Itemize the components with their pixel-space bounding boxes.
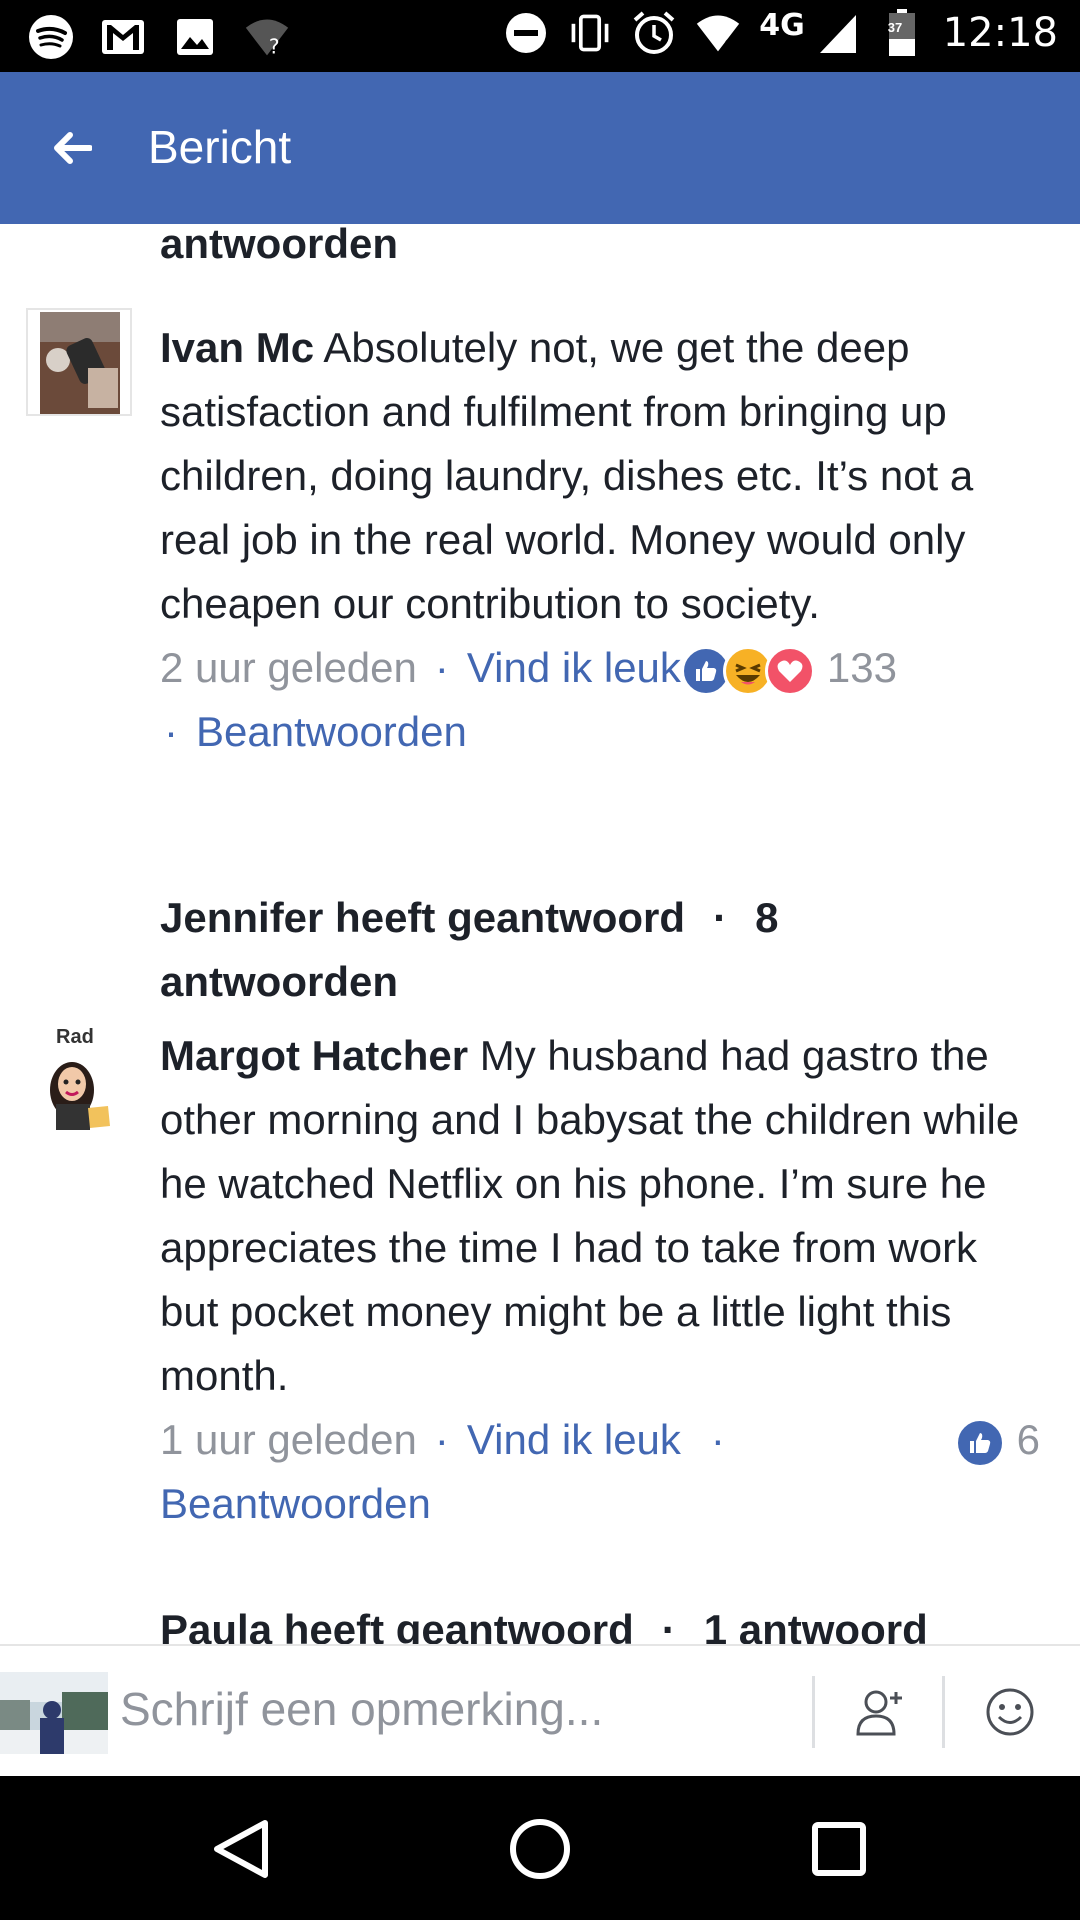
reply-button[interactable]: Beantwoorden <box>160 1480 431 1527</box>
nav-home-button[interactable] <box>503 1812 577 1886</box>
arrow-left-icon <box>54 132 92 164</box>
comment-text: My husband had gastro the other morning … <box>160 1032 1020 1399</box>
user-avatar <box>0 1672 108 1754</box>
comment-actions: 1 uur geleden · Vind ik leuk · 6 <box>160 1408 1040 1472</box>
reply-thread-who: Jennifer heeft geantwoord <box>160 894 686 941</box>
reply-button[interactable]: Beantwoorden <box>196 708 467 755</box>
separator-dot: · <box>434 1416 449 1463</box>
nav-recents-button[interactable] <box>802 1812 876 1886</box>
nav-back-button[interactable] <box>204 1812 278 1886</box>
separator-dot: · <box>164 708 178 755</box>
like-reaction-icon <box>954 1417 1005 1468</box>
smiley-icon <box>986 1688 1034 1736</box>
alarm-icon <box>631 10 677 56</box>
wifi-icon <box>695 10 741 56</box>
like-button[interactable]: Vind ik leuk <box>467 1416 681 1463</box>
clock: 12:18 <box>942 10 1058 56</box>
separator-dot: · <box>713 894 728 941</box>
reactions-summary[interactable] <box>680 645 815 696</box>
network-type: 4G <box>759 8 805 43</box>
system-nav-bar <box>0 1776 1080 1920</box>
reply-thread-summary[interactable]: Jennifer heeft geantwoord · 8 antwoorden <box>160 886 1020 1014</box>
avatar[interactable] <box>26 308 132 416</box>
comment-author[interactable]: Margot Hatcher <box>160 1032 468 1079</box>
battery-level: 37 <box>887 20 903 35</box>
comment-input[interactable]: Schrijf een opmerking... <box>120 1682 603 1736</box>
reply-thread-count: 1 <box>703 1606 728 1644</box>
battery-icon: 37 <box>879 9 925 56</box>
separator-dot: · <box>434 644 449 691</box>
reply-thread-summary[interactable]: Paula heeft geantwoord · 1 antwoord <box>160 1598 1020 1644</box>
emoji-button[interactable] <box>978 1680 1042 1744</box>
circle-home-icon <box>510 1819 570 1879</box>
comment-actions-row2: Beantwoorden <box>160 1472 1040 1536</box>
comment-actions-row2: · Beantwoorden <box>160 700 1040 764</box>
reply-count-fragment[interactable]: antwoorden <box>160 224 398 276</box>
reply-thread-who: Paula heeft geantwoord <box>160 1606 634 1644</box>
reactions-summary[interactable]: 6 <box>954 1408 1040 1472</box>
svg-text:?: ? <box>269 35 280 59</box>
tag-friend-button[interactable] <box>848 1680 912 1744</box>
reply-thread-count: 8 <box>755 894 779 941</box>
love-reaction-icon <box>764 645 815 696</box>
separator-dot: · <box>710 1416 725 1463</box>
status-bar: ? 4G 37 12:18 <box>0 0 1080 72</box>
square-recents-icon <box>812 1822 866 1876</box>
comments-list: antwoorden Ivan Mc Absolutely not, we ge… <box>0 224 1080 1644</box>
do-not-disturb-icon <box>503 10 549 56</box>
triangle-back-icon <box>214 1820 268 1878</box>
page-title: Bericht <box>148 121 292 173</box>
reply-thread-count-label: antwoord <box>738 1606 928 1644</box>
reaction-count: 6 <box>1016 1416 1040 1463</box>
vibrate-icon <box>567 10 613 56</box>
like-button[interactable]: Vind ik leuk <box>467 644 681 691</box>
comment-time[interactable]: 2 uur geleden <box>160 644 417 691</box>
divider <box>812 1676 815 1748</box>
image-icon <box>172 14 218 60</box>
wifi-unknown-icon: ? <box>244 14 290 60</box>
cell-signal-icon <box>815 10 861 56</box>
comment-body: Margot Hatcher My husband had gastro the… <box>160 1024 1040 1536</box>
app-bar: Bericht <box>0 72 1080 224</box>
comment-actions: 2 uur geleden · Vind ik leuk 133 <box>160 636 1040 700</box>
comment-body: Ivan Mc Absolutely not, we get the deep … <box>160 316 1040 764</box>
comment-composer: Schrijf een opmerking... <box>0 1644 1080 1776</box>
comment-time[interactable]: 1 uur geleden <box>160 1416 417 1463</box>
reply-thread-count-label: antwoorden <box>160 958 398 1005</box>
back-button[interactable] <box>40 118 104 178</box>
comment-author[interactable]: Ivan Mc <box>160 324 314 371</box>
avatar[interactable]: Rad <box>26 1022 132 1130</box>
reaction-count[interactable]: 133 <box>827 644 897 691</box>
separator-dot: · <box>661 1606 676 1644</box>
gmail-icon <box>100 14 146 60</box>
add-person-icon <box>856 1690 902 1736</box>
spotify-icon <box>28 14 74 60</box>
divider <box>942 1676 945 1748</box>
